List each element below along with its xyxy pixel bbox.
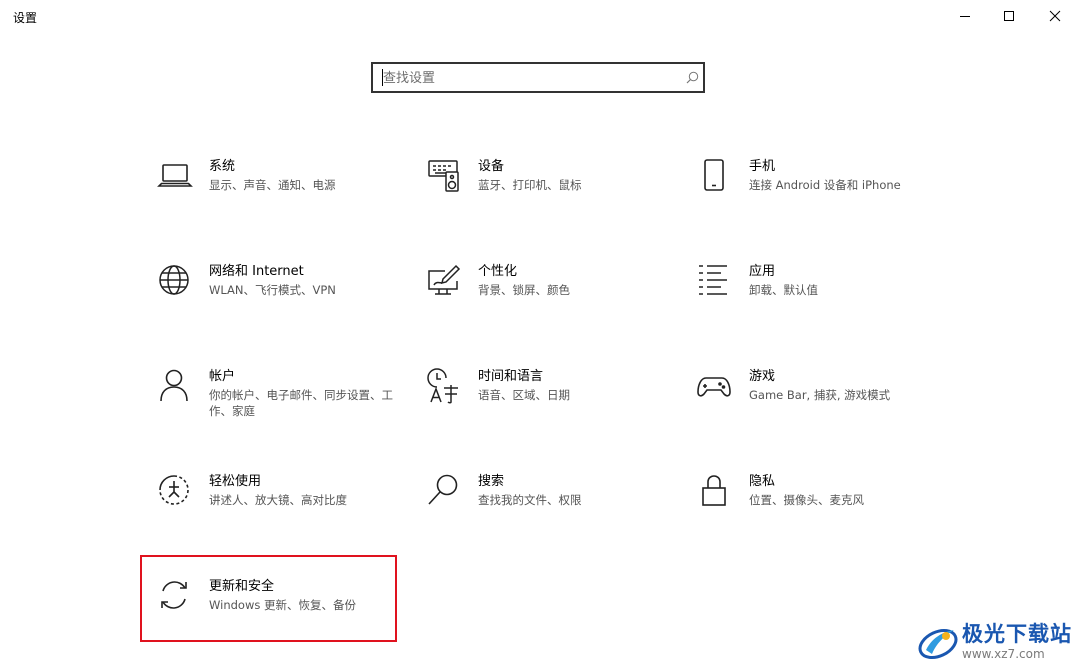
maximize-icon <box>1004 11 1014 21</box>
search-icon <box>426 473 462 509</box>
minimize-button[interactable] <box>942 0 988 32</box>
watermark-logo <box>918 628 958 660</box>
tile-description: 位置、摄像头、麦克风 <box>749 493 864 507</box>
tile-title: 搜索 <box>478 474 505 489</box>
time-language-icon <box>426 368 462 404</box>
devices-icon <box>426 158 462 194</box>
tile-apps[interactable]: 应用 卸载、默认值 <box>697 263 947 333</box>
laptop-icon <box>157 158 193 194</box>
search-icon <box>686 71 699 84</box>
watermark: 极光下载站 www.xz7.com <box>916 618 1076 670</box>
person-icon <box>157 368 193 404</box>
tile-title: 系统 <box>209 159 236 174</box>
tile-personalization[interactable]: 个性化 背景、锁屏、颜色 <box>426 263 676 333</box>
tile-title: 更新和安全 <box>209 579 275 594</box>
title-bar: 设置 <box>0 0 1078 32</box>
tile-description: Windows 更新、恢复、备份 <box>209 598 356 612</box>
search-input[interactable] <box>383 67 673 89</box>
tile-update-security[interactable]: 更新和安全 Windows 更新、恢复、备份 <box>157 578 407 648</box>
tile-title: 时间和语言 <box>478 369 544 384</box>
tile-title: 帐户 <box>209 369 236 384</box>
tile-description: 卸载、默认值 <box>749 283 818 297</box>
tile-title: 应用 <box>749 264 776 279</box>
tile-title: 手机 <box>749 159 776 174</box>
tile-title: 轻松使用 <box>209 474 262 489</box>
tile-phone[interactable]: 手机 连接 Android 设备和 iPhone <box>697 158 947 228</box>
tile-privacy[interactable]: 隐私 位置、摄像头、麦克风 <box>697 473 947 543</box>
tile-time-language[interactable]: 时间和语言 语音、区域、日期 <box>426 368 676 438</box>
minimize-icon <box>960 16 970 17</box>
window-title: 设置 <box>13 11 38 25</box>
tile-description: 查找我的文件、权限 <box>478 493 582 507</box>
lock-icon <box>697 473 733 509</box>
tile-description: 连接 Android 设备和 iPhone <box>749 178 901 192</box>
gamepad-icon <box>697 368 733 404</box>
tile-accounts[interactable]: 帐户 你的帐户、电子邮件、同步设置、工作、家庭 <box>157 368 407 438</box>
tile-description: 讲述人、放大镜、高对比度 <box>209 493 347 507</box>
phone-icon <box>697 158 733 194</box>
tile-description: WLAN、飞行模式、VPN <box>209 283 336 297</box>
close-icon <box>1049 10 1061 22</box>
tile-search[interactable]: 搜索 查找我的文件、权限 <box>426 473 676 543</box>
tile-title: 个性化 <box>478 264 518 279</box>
globe-icon <box>157 263 193 299</box>
tile-description: 背景、锁屏、颜色 <box>478 283 570 297</box>
sync-icon <box>157 578 193 614</box>
tile-system[interactable]: 系统 显示、声音、通知、电源 <box>157 158 407 228</box>
maximize-button[interactable] <box>986 0 1032 32</box>
tile-title: 游戏 <box>749 369 776 384</box>
close-button[interactable] <box>1032 0 1078 32</box>
tile-description: Game Bar, 捕获, 游戏模式 <box>749 388 891 402</box>
tile-network[interactable]: 网络和 Internet WLAN、飞行模式、VPN <box>157 263 407 333</box>
watermark-url: www.xz7.com <box>962 647 1045 661</box>
apps-list-icon <box>697 263 733 299</box>
tile-ease-of-access[interactable]: 轻松使用 讲述人、放大镜、高对比度 <box>157 473 407 543</box>
tile-title: 网络和 Internet <box>209 264 304 279</box>
tile-title: 设备 <box>478 159 505 174</box>
watermark-text: 极光下载站 <box>962 622 1072 646</box>
tile-description: 显示、声音、通知、电源 <box>209 178 336 192</box>
tile-devices[interactable]: 设备 蓝牙、打印机、鼠标 <box>426 158 676 228</box>
tile-description: 蓝牙、打印机、鼠标 <box>478 178 582 192</box>
ease-of-access-icon <box>157 473 193 509</box>
tile-description: 语音、区域、日期 <box>478 388 570 402</box>
search-box[interactable] <box>371 62 705 93</box>
personalization-icon <box>426 263 462 299</box>
tile-title: 隐私 <box>749 474 776 489</box>
tile-description: 你的帐户、电子邮件、同步设置、工作、家庭 <box>209 388 393 418</box>
tile-gaming[interactable]: 游戏 Game Bar, 捕获, 游戏模式 <box>697 368 947 438</box>
